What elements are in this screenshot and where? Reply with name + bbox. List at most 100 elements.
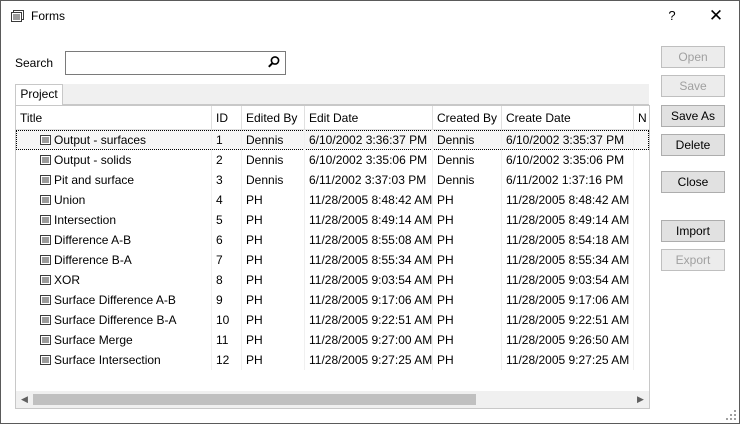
cell-edit-date: 11/28/2005 9:17:06 AM <box>305 290 433 310</box>
cell-edited-by: Dennis <box>242 170 305 190</box>
table-row[interactable]: Intersection 5 PH 11/28/2005 8:49:14 AM PH 11… <box>16 210 649 230</box>
open-button[interactable]: Open <box>661 46 725 68</box>
cell-id: 5 <box>212 210 242 230</box>
cell-title: Output - surfaces <box>16 130 212 150</box>
cell-id: 6 <box>212 230 242 250</box>
forms-table: Title ID Edited By Edit Date Created By … <box>15 105 650 409</box>
cell-id: 1 <box>212 130 242 150</box>
cell-edited-by: PH <box>242 230 305 250</box>
cell-title: Pit and surface <box>16 170 212 190</box>
cell-edit-date: 6/10/2002 3:35:06 PM <box>305 150 433 170</box>
cell-created-by: PH <box>433 190 502 210</box>
tab-strip <box>62 84 649 105</box>
cell-title: Intersection <box>16 210 212 230</box>
table-row[interactable]: Output - surfaces 1 Dennis 6/10/2002 3:36:3… <box>16 130 649 150</box>
scroll-right-icon[interactable]: ▶ <box>632 391 649 408</box>
cell-create-date: 11/28/2005 9:26:50 AM <box>502 330 634 350</box>
window-title: Forms <box>31 9 65 23</box>
forms-dialog: Forms ? ✕ Search Project Title ID Edited… <box>0 0 740 424</box>
cell-edited-by: PH <box>242 250 305 270</box>
resize-grip-icon[interactable] <box>726 410 736 420</box>
cell-created-by: PH <box>433 350 502 370</box>
cell-id: 11 <box>212 330 242 350</box>
cell-create-date: 6/10/2002 3:35:06 PM <box>502 150 634 170</box>
cell-edit-date: 11/28/2005 8:55:34 AM <box>305 250 433 270</box>
import-button[interactable]: Import <box>661 220 725 242</box>
cell-edited-by: PH <box>242 310 305 330</box>
cell-create-date: 11/28/2005 9:22:51 AM <box>502 310 634 330</box>
column-header-n[interactable]: N <box>634 106 649 130</box>
table-row[interactable]: Surface Difference B-A 10 PH 11/28/2005 9:2… <box>16 310 649 330</box>
cell-title: Surface Difference B-A <box>16 310 212 330</box>
table-row[interactable]: Surface Merge 11 PH 11/28/2005 9:27:00 AM PH… <box>16 330 649 350</box>
cell-create-date: 11/28/2005 8:48:42 AM <box>502 190 634 210</box>
cell-create-date: 11/28/2005 9:03:54 AM <box>502 270 634 290</box>
cell-edited-by: PH <box>242 350 305 370</box>
cell-created-by: PH <box>433 310 502 330</box>
cell-title: Union <box>16 190 212 210</box>
search-icon[interactable] <box>267 55 281 69</box>
cell-create-date: 11/28/2005 8:54:18 AM <box>502 230 634 250</box>
column-header-create-date[interactable]: Create Date <box>502 106 634 130</box>
column-header-edited-by[interactable]: Edited By <box>242 106 305 130</box>
help-button[interactable]: ? <box>661 5 683 27</box>
cell-id: 12 <box>212 350 242 370</box>
save-button[interactable]: Save <box>661 75 725 97</box>
cell-created-by: Dennis <box>433 170 502 190</box>
cell-created-by: PH <box>433 210 502 230</box>
cell-id: 3 <box>212 170 242 190</box>
column-header-title[interactable]: Title <box>16 106 212 130</box>
cell-created-by: PH <box>433 330 502 350</box>
cell-create-date: 11/28/2005 8:55:34 AM <box>502 250 634 270</box>
cell-create-date: 11/28/2005 9:17:06 AM <box>502 290 634 310</box>
cell-created-by: Dennis <box>433 130 502 150</box>
cell-edited-by: PH <box>242 190 305 210</box>
scrollbar-thumb[interactable] <box>33 394 476 405</box>
search-input[interactable] <box>65 51 286 75</box>
cell-edit-date: 11/28/2005 8:49:14 AM <box>305 210 433 230</box>
table-row[interactable]: Difference B-A 7 PH 11/28/2005 8:55:34 AM PH… <box>16 250 649 270</box>
scroll-left-icon[interactable]: ◀ <box>16 391 33 408</box>
cell-created-by: PH <box>433 250 502 270</box>
cell-title: Difference A-B <box>16 230 212 250</box>
cell-edited-by: Dennis <box>242 130 305 150</box>
table-row[interactable]: Pit and surface 3 Dennis 6/11/2002 3:37:03 … <box>16 170 649 190</box>
cell-title: Surface Difference A-B <box>16 290 212 310</box>
cell-id: 10 <box>212 310 242 330</box>
cell-edited-by: PH <box>242 290 305 310</box>
column-header-id[interactable]: ID <box>212 106 242 130</box>
cell-edit-date: 11/28/2005 9:27:25 AM <box>305 350 433 370</box>
cell-id: 8 <box>212 270 242 290</box>
cell-edited-by: PH <box>242 210 305 230</box>
column-header-created-by[interactable]: Created By <box>433 106 502 130</box>
table-row[interactable]: Output - solids 2 Dennis 6/10/2002 3:35:06 … <box>16 150 649 170</box>
cell-create-date: 6/10/2002 3:35:37 PM <box>502 130 634 150</box>
cell-edit-date: 11/28/2005 9:22:51 AM <box>305 310 433 330</box>
table-row[interactable]: XOR 8 PH 11/28/2005 9:03:54 AM PH 11/28/2005 … <box>16 270 649 290</box>
close-window-button[interactable]: ✕ <box>701 5 731 27</box>
column-header-edit-date[interactable]: Edit Date <box>305 106 433 130</box>
forms-icon <box>11 10 24 22</box>
horizontal-scrollbar[interactable]: ◀ ▶ <box>16 391 649 408</box>
cell-edit-date: 11/28/2005 8:55:08 AM <box>305 230 433 250</box>
cell-edit-date: 6/10/2002 3:36:37 PM <box>305 130 433 150</box>
cell-id: 2 <box>212 150 242 170</box>
export-button[interactable]: Export <box>661 249 725 271</box>
close-button[interactable]: Close <box>661 171 725 193</box>
table-row[interactable]: Difference A-B 6 PH 11/28/2005 8:55:08 AM PH… <box>16 230 649 250</box>
save-as-button[interactable]: Save As <box>661 105 725 127</box>
table-row[interactable]: Union 4 PH 11/28/2005 8:48:42 AM PH 11/28/200… <box>16 190 649 210</box>
cell-id: 7 <box>212 250 242 270</box>
table-row[interactable]: Surface Intersection 12 PH 11/28/2005 9:27:… <box>16 350 649 370</box>
table-row[interactable]: Surface Difference A-B 9 PH 11/28/2005 9:17… <box>16 290 649 310</box>
tab-project[interactable]: Project <box>15 84 63 105</box>
title-bar: Forms ? ✕ <box>1 1 739 31</box>
delete-button[interactable]: Delete <box>661 134 725 156</box>
cell-edited-by: Dennis <box>242 150 305 170</box>
cell-edit-date: 11/28/2005 9:27:00 AM <box>305 330 433 350</box>
cell-id: 9 <box>212 290 242 310</box>
cell-title: XOR <box>16 270 212 290</box>
cell-title: Output - solids <box>16 150 212 170</box>
cell-create-date: 11/28/2005 9:27:25 AM <box>502 350 634 370</box>
cell-created-by: PH <box>433 230 502 250</box>
